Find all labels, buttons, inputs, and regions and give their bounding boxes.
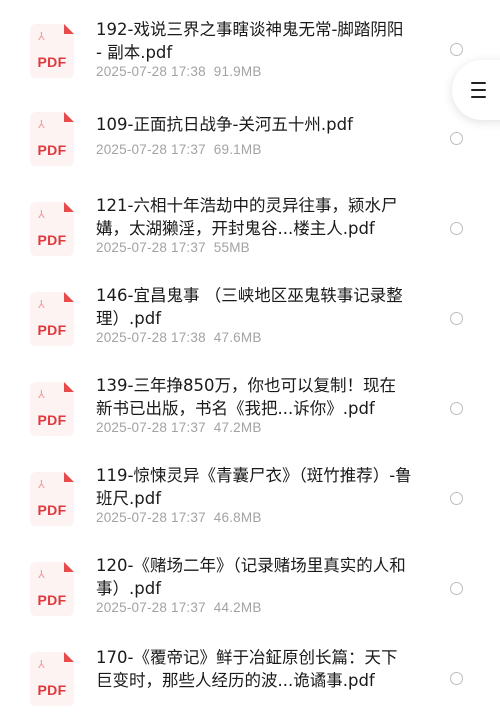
- file-name: 139-三年挣850万，你也可以复制！现在新书已出版，书名《我把...诉你》.p…: [96, 376, 396, 418]
- file-row[interactable]: ⅄ PDF 192-戏说三界之事瞎谈神鬼无常-脚踏阴阳 - 副本.pdf 202…: [0, 10, 500, 98]
- select-radio[interactable]: [450, 132, 463, 145]
- file-meta: 2025-07-28 17:37 44.2MB: [96, 600, 262, 615]
- file-name: 109-正面抗日战争-关河五十州.pdf: [96, 115, 353, 134]
- pdf-file-icon: ⅄ PDF: [30, 472, 74, 526]
- file-row[interactable]: ⅄ PDF 139-三年挣850万，你也可以复制！现在新书已出版，书名《我把..…: [0, 370, 500, 458]
- file-name: 121-六相十年浩劫中的灵异往事，颍水尸媾，太湖獭淫，开封鬼谷...楼主人.pd…: [96, 196, 398, 238]
- file-name: 119-惊悚灵异《青囊尸衣》（斑竹推荐）-鲁班尺.pdf: [96, 466, 412, 508]
- file-date: 2025-07-28 17:37: [96, 600, 206, 615]
- file-date: 2025-07-28 17:37: [96, 240, 206, 255]
- file-meta: 2025-07-28 17:37 69.1MB: [96, 142, 262, 157]
- file-row[interactable]: ⅄ PDF 119-惊悚灵异《青囊尸衣》（斑竹推荐）-鲁班尺.pdf 2025-…: [0, 460, 500, 548]
- file-size: 46.8MB: [213, 510, 262, 525]
- pdf-file-icon: ⅄ PDF: [30, 24, 74, 78]
- file-row[interactable]: ⅄ PDF 109-正面抗日战争-关河五十州.pdf 2025-07-28 17…: [0, 100, 500, 188]
- file-meta: 2025-07-28 17:38 47.6MB: [96, 330, 262, 345]
- file-date: 2025-07-28 17:38: [96, 330, 206, 345]
- file-date: 2025-07-28 17:38: [96, 64, 206, 79]
- file-name: 170-《覆帝记》鲜于冶鉦原创长篇：天下巨变时，那些人经历的波...诡谲事.pd…: [96, 648, 398, 690]
- file-size: 55MB: [213, 240, 250, 255]
- select-radio[interactable]: [450, 402, 463, 415]
- pdf-file-icon: ⅄ PDF: [30, 112, 74, 166]
- file-size: 47.2MB: [213, 420, 262, 435]
- pdf-file-icon: ⅄ PDF: [30, 562, 74, 616]
- file-row[interactable]: ⅄ PDF 120-《赌场二年》（记录赌场里真实的人和事）.pdf 2025-0…: [0, 550, 500, 638]
- pdf-file-icon: ⅄ PDF: [30, 292, 74, 346]
- select-radio[interactable]: [450, 222, 463, 235]
- file-size: 91.9MB: [213, 64, 262, 79]
- pdf-file-icon: ⅄ PDF: [30, 202, 74, 256]
- file-meta: 2025-07-28 17:38 91.9MB: [96, 64, 262, 79]
- file-date: 2025-07-28 17:37: [96, 420, 206, 435]
- file-size: 47.6MB: [213, 330, 262, 345]
- select-radio[interactable]: [450, 672, 463, 685]
- file-name: 146-宜昌鬼事 （三峡地区巫鬼轶事记录整理）.pdf: [96, 286, 403, 328]
- file-size: 69.1MB: [213, 142, 262, 157]
- file-row[interactable]: ⅄ PDF 146-宜昌鬼事 （三峡地区巫鬼轶事记录整理）.pdf 2025-0…: [0, 280, 500, 368]
- file-date: 2025-07-28 17:37: [96, 142, 206, 157]
- pdf-file-icon: ⅄ PDF: [30, 652, 74, 706]
- select-radio[interactable]: [450, 312, 463, 325]
- file-row[interactable]: ⅄ PDF 121-六相十年浩劫中的灵异往事，颍水尸媾，太湖獭淫，开封鬼谷...…: [0, 190, 500, 278]
- file-meta: 2025-07-28 17:37 47.2MB: [96, 420, 262, 435]
- file-meta: 2025-07-28 17:37 55MB: [96, 240, 250, 255]
- file-size: 44.2MB: [213, 600, 262, 615]
- select-radio[interactable]: [450, 43, 463, 56]
- file-meta: 2025-07-28 17:37 46.8MB: [96, 510, 262, 525]
- file-name: 192-戏说三界之事瞎谈神鬼无常-脚踏阴阳 - 副本.pdf: [96, 20, 404, 62]
- pdf-file-icon: ⅄ PDF: [30, 382, 74, 436]
- select-radio[interactable]: [450, 492, 463, 505]
- select-radio[interactable]: [450, 582, 463, 595]
- file-row[interactable]: ⅄ PDF 170-《覆帝记》鲜于冶鉦原创长篇：天下巨变时，那些人经历的波...…: [0, 640, 500, 728]
- file-name: 120-《赌场二年》（记录赌场里真实的人和事）.pdf: [96, 556, 406, 598]
- file-date: 2025-07-28 17:37: [96, 510, 206, 525]
